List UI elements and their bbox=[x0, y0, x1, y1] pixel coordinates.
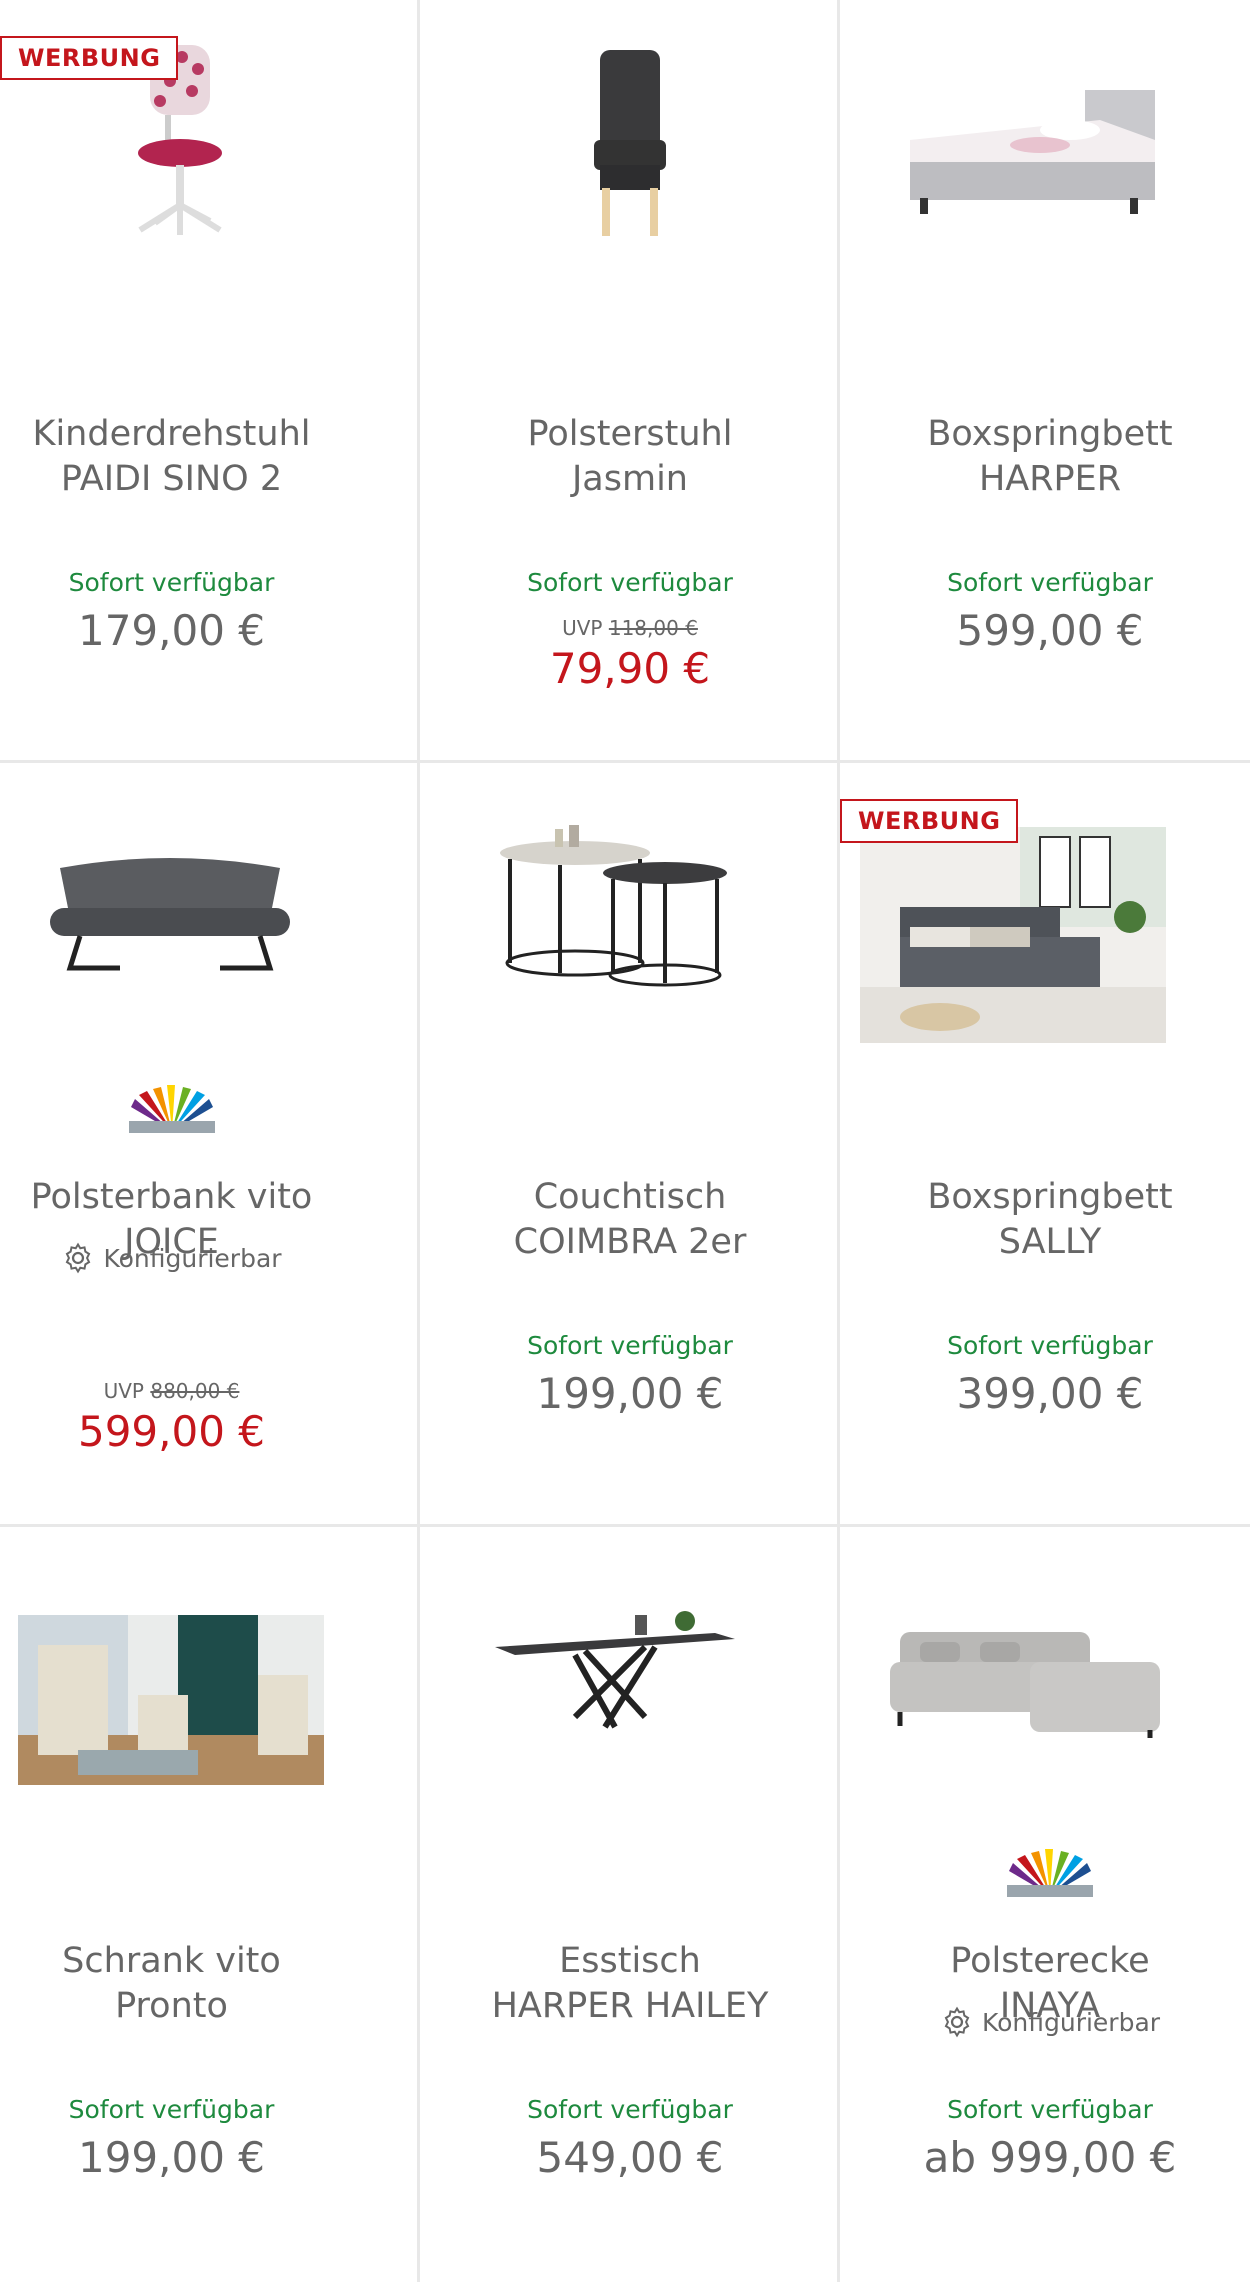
product-price: 399,00 € bbox=[956, 1369, 1144, 1418]
title-line: Couchtisch bbox=[533, 1177, 727, 1217]
product-title[interactable]: Schrank vito Pronto bbox=[0, 1939, 343, 2029]
configurable-label: Konfigurierbar bbox=[0, 1241, 343, 1275]
availability-status: Sofort verfügbar bbox=[947, 2095, 1153, 2124]
title-line: COIMBRA 2er bbox=[513, 1222, 747, 1262]
title-line: Esstisch bbox=[559, 1941, 701, 1981]
product-price: 199,00 € bbox=[536, 1369, 724, 1418]
product-price: 179,00 € bbox=[77, 606, 266, 655]
old-price: 118,00 € bbox=[608, 616, 698, 640]
availability-status: Sofort verfügbar bbox=[947, 568, 1153, 597]
title-line: PAIDI SINO 2 bbox=[60, 459, 283, 499]
title-line: Kinderdrehstuhl bbox=[32, 414, 311, 454]
availability-status: Sofort verfügbar bbox=[68, 568, 275, 597]
product-card[interactable]: WERBUNG Boxspringbett SALLY Sofort verfü… bbox=[840, 763, 1250, 1523]
product-card[interactable]: Esstisch HARPER HAILEY Sofort verfügbar … bbox=[420, 1527, 837, 2287]
uvp-label: UVP bbox=[103, 1379, 144, 1403]
product-card[interactable]: WERBUNG Kinderdrehstuhl PAIDI SINO 2 Sof… bbox=[0, 0, 417, 760]
upholstered-bench-image[interactable] bbox=[15, 793, 325, 1013]
corner-sofa-image[interactable] bbox=[860, 1557, 1190, 1777]
gear-icon bbox=[940, 2005, 974, 2039]
configurable-text: Konfigurierbar bbox=[103, 1243, 282, 1273]
product-title[interactable]: Esstisch HARPER HAILEY bbox=[420, 1939, 840, 2029]
color-palette-icon bbox=[0, 1085, 343, 1135]
product-title[interactable]: Kinderdrehstuhl PAIDI SINO 2 bbox=[0, 412, 343, 502]
availability-status: Sofort verfügbar bbox=[947, 1331, 1153, 1360]
configurable-text: Konfigurierbar bbox=[981, 2007, 1161, 2037]
configurable-label: Konfigurierbar bbox=[840, 2005, 1250, 2039]
title-line: HARPER HAILEY bbox=[491, 1986, 769, 2026]
product-card[interactable]: Polsterbank vito JOICE Konfigurierbar UV… bbox=[0, 763, 417, 1523]
product-title[interactable]: Boxspringbett HARPER bbox=[840, 412, 1250, 502]
product-price: 599,00 € bbox=[956, 606, 1144, 655]
product-card[interactable]: Boxspringbett HARPER Sofort verfügbar 59… bbox=[840, 0, 1250, 760]
product-title[interactable]: Boxspringbett SALLY bbox=[840, 1175, 1250, 1265]
product-price: ab 999,00 € bbox=[923, 2133, 1177, 2182]
product-card[interactable]: Polsterstuhl Jasmin Sofort verfügbar UVP… bbox=[420, 0, 837, 760]
dining-table-image[interactable] bbox=[460, 1557, 770, 1777]
uvp-price: UVP 118,00 € bbox=[420, 616, 840, 640]
title-line: HARPER bbox=[978, 459, 1122, 499]
product-title[interactable]: Polsterstuhl Jasmin bbox=[420, 412, 840, 502]
product-grid: WERBUNG Kinderdrehstuhl PAIDI SINO 2 Sof… bbox=[0, 0, 1250, 2282]
title-line: Jasmin bbox=[571, 459, 688, 499]
title-line: Polsterbank vito bbox=[30, 1177, 313, 1217]
product-title[interactable]: Couchtisch COIMBRA 2er bbox=[420, 1175, 840, 1265]
availability-status: Sofort verfügbar bbox=[527, 2095, 733, 2124]
coffee-table-set-image[interactable] bbox=[460, 793, 770, 1013]
color-palette-icon bbox=[840, 1849, 1250, 1899]
product-card[interactable]: Schrank vito Pronto Sofort verfügbar 199… bbox=[0, 1527, 417, 2287]
sale-price: 79,90 € bbox=[549, 644, 711, 693]
title-line: Boxspringbett bbox=[927, 1177, 1173, 1217]
title-line: Boxspringbett bbox=[927, 414, 1173, 454]
ad-badge: WERBUNG bbox=[840, 799, 1019, 843]
bedroom-scene-image[interactable] bbox=[860, 827, 1166, 1043]
title-line: Polsterecke bbox=[950, 1941, 1150, 1981]
uvp-label: UVP bbox=[562, 616, 603, 640]
product-price: 549,00 € bbox=[536, 2133, 724, 2182]
upholstered-chair-image[interactable] bbox=[475, 30, 785, 250]
product-card[interactable]: Couchtisch COIMBRA 2er Sofort verfügbar … bbox=[420, 763, 837, 1523]
product-card[interactable]: Polsterecke INAYA Konfigurierbar Sofort … bbox=[840, 1527, 1250, 2287]
availability-status: Sofort verfügbar bbox=[527, 568, 733, 597]
availability-status: Sofort verfügbar bbox=[68, 2095, 275, 2124]
office-room-scene-image[interactable] bbox=[18, 1615, 324, 1785]
title-line: Schrank vito bbox=[62, 1941, 281, 1981]
old-price: 880,00 € bbox=[150, 1379, 240, 1403]
sale-price: 599,00 € bbox=[77, 1407, 266, 1456]
boxspring-bed-image[interactable] bbox=[870, 30, 1210, 250]
gear-icon bbox=[61, 1241, 95, 1275]
product-price: 199,00 € bbox=[77, 2133, 266, 2182]
uvp-price: UVP 880,00 € bbox=[0, 1379, 343, 1403]
title-line: Polsterstuhl bbox=[527, 414, 733, 454]
title-line: SALLY bbox=[998, 1222, 1102, 1262]
ad-badge: WERBUNG bbox=[0, 36, 179, 80]
title-line: Pronto bbox=[115, 1986, 228, 2026]
availability-status: Sofort verfügbar bbox=[527, 1331, 733, 1360]
